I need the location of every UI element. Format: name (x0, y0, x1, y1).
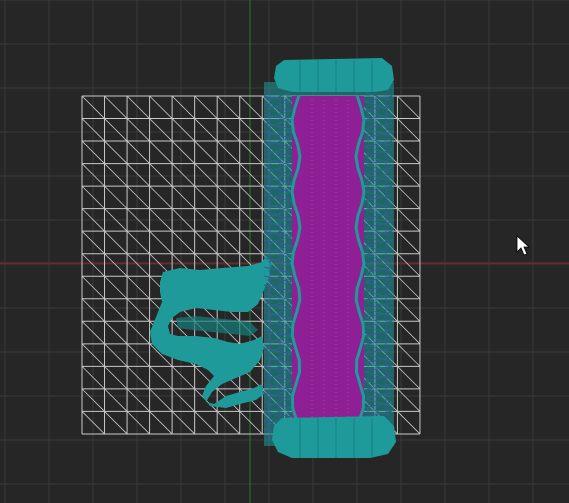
column-top-cap (274, 58, 394, 92)
column-magenta-body (292, 96, 364, 430)
column-bottom-cap (272, 416, 396, 458)
mesh-object-column[interactable] (263, 58, 396, 458)
viewport-canvas[interactable] (0, 0, 569, 503)
3d-viewport[interactable] (0, 0, 569, 503)
